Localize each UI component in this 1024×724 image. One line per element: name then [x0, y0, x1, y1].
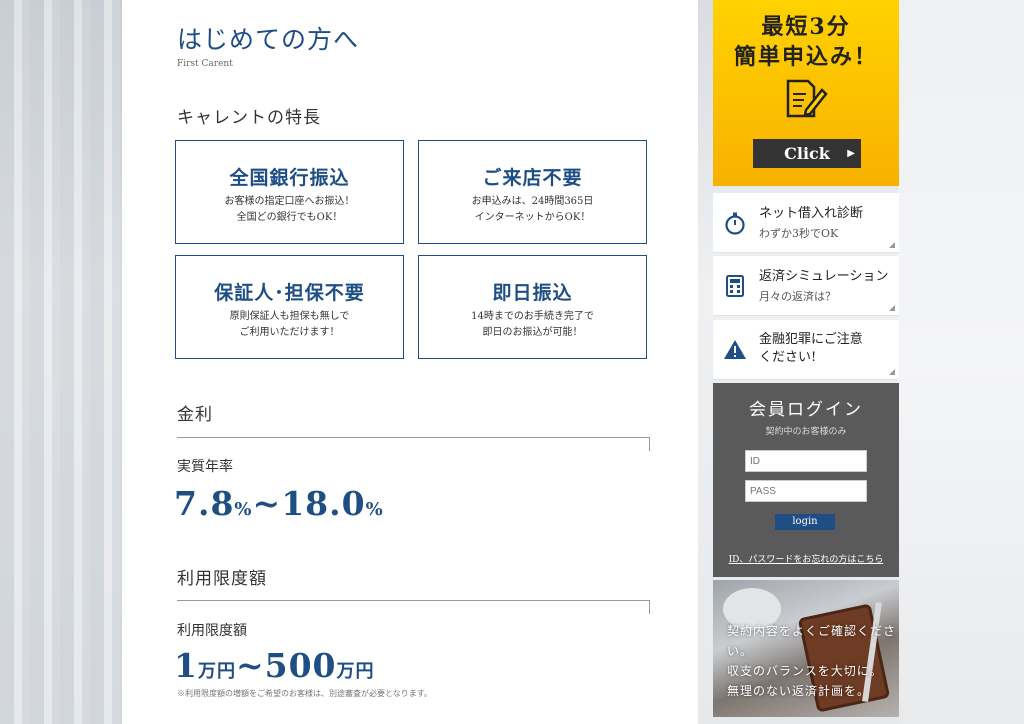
apply-title: 最短3分 簡単申込み！ — [733, 14, 878, 70]
chevron-right-icon: ▶ — [847, 148, 855, 159]
divider — [177, 600, 650, 614]
background-left — [0, 0, 122, 724]
corner-arrow-icon — [889, 305, 895, 311]
feature-card-no-guarantor: 保証人･担保不要 原則保証人も担保も無しで ご利用いただけます！ — [175, 255, 404, 359]
login-id-input[interactable] — [745, 450, 867, 472]
forgot-credentials-link[interactable]: ID、パスワードをお忘れの方はこちら — [713, 552, 899, 565]
sidebar-link-fraud-warning[interactable]: 金融犯罪にご注意 ください! — [713, 320, 899, 380]
interest-label: 実質年率 — [177, 459, 233, 475]
promo-banner: 契約内容をよくご確認ください。 収支のバランスを大切に。 無理のない返済計画を。 — [713, 580, 899, 717]
corner-arrow-icon — [889, 369, 895, 375]
feature-title: 保証人･担保不要 — [214, 282, 365, 304]
login-subtitle: 契約中のお客様のみ — [765, 427, 847, 437]
member-login-panel: 会員ログイン 契約中のお客様のみ login ID、パスワードをお忘れの方はこち… — [713, 383, 899, 577]
feature-card-bank-transfer: 全国銀行振込 お客様の指定口座へお振込！ 全国どの銀行でもOK！ — [175, 140, 404, 244]
feature-title: 全国銀行振込 — [229, 167, 350, 189]
feature-desc: 原則保証人も担保も無しで ご利用いただけます！ — [229, 311, 350, 338]
limit-heading: 利用限度額 — [177, 569, 267, 589]
link-sub: 月々の返済は？ — [759, 290, 836, 303]
feature-desc: 14時までのお手続き完了で 即日のお振込が可能！ — [471, 311, 594, 338]
divider — [177, 437, 650, 451]
promo-text: 契約内容をよくご確認ください。 収支のバランスを大切に。 無理のない返済計画を。 — [727, 624, 897, 698]
login-title: 会員ログイン — [749, 400, 863, 420]
features-heading: キャレントの特長 — [177, 108, 321, 128]
limit-label: 利用限度額 — [177, 623, 247, 639]
interest-rate-value: 7.8%~18.0% — [174, 484, 384, 523]
calculator-icon — [726, 275, 744, 297]
feature-desc: お申込みは、24時間365日 インターネットからOK！ — [471, 196, 594, 223]
page-title: はじめての方へ — [177, 25, 360, 54]
background-right — [898, 0, 1024, 724]
sidebar-link-simulation[interactable]: 返済シミュレーション 月々の返済は？ — [713, 256, 899, 316]
feature-desc: お客様の指定口座へお振込！ 全国どの銀行でもOK！ — [224, 196, 355, 223]
page-subtitle: First Carent — [177, 59, 233, 69]
interest-heading: 金利 — [177, 405, 213, 425]
sidebar-link-diagnosis[interactable]: ネット借入れ診断 わずか3秒でOK — [713, 193, 899, 253]
apply-click-button[interactable]: Click ▶ — [753, 139, 861, 168]
feature-title: ご来店不要 — [482, 167, 583, 189]
limit-note: ※利用限度額の増額をご希望のお客様は、別途審査が必要となります。 — [177, 689, 432, 698]
feature-card-same-day: 即日振込 14時までのお手続き完了で 即日のお振込が可能！ — [418, 255, 647, 359]
link-title: 返済シミュレーション — [759, 269, 889, 284]
main-content: はじめての方へ First Carent キャレントの特長 全国銀行振込 お客様… — [122, 0, 698, 724]
login-pass-input[interactable] — [745, 480, 867, 502]
stopwatch-icon — [725, 212, 745, 235]
limit-value: 1万円~500万円 — [174, 646, 375, 685]
form-pen-icon — [786, 79, 828, 118]
feature-card-no-visit: ご来店不要 お申込みは、24時間365日 インターネットからOK！ — [418, 140, 647, 244]
feature-title: 即日振込 — [492, 282, 573, 304]
warning-icon — [724, 340, 746, 359]
corner-arrow-icon — [889, 242, 895, 248]
link-title: ネット借入れ診断 — [759, 206, 864, 221]
link-title: 金融犯罪にご注意 ください! — [759, 332, 863, 365]
link-sub: わずか3秒でOK — [759, 227, 839, 240]
login-button[interactable]: login — [775, 514, 835, 530]
apply-banner[interactable]: 最短3分 簡単申込み！ Click ▶ — [713, 0, 899, 186]
